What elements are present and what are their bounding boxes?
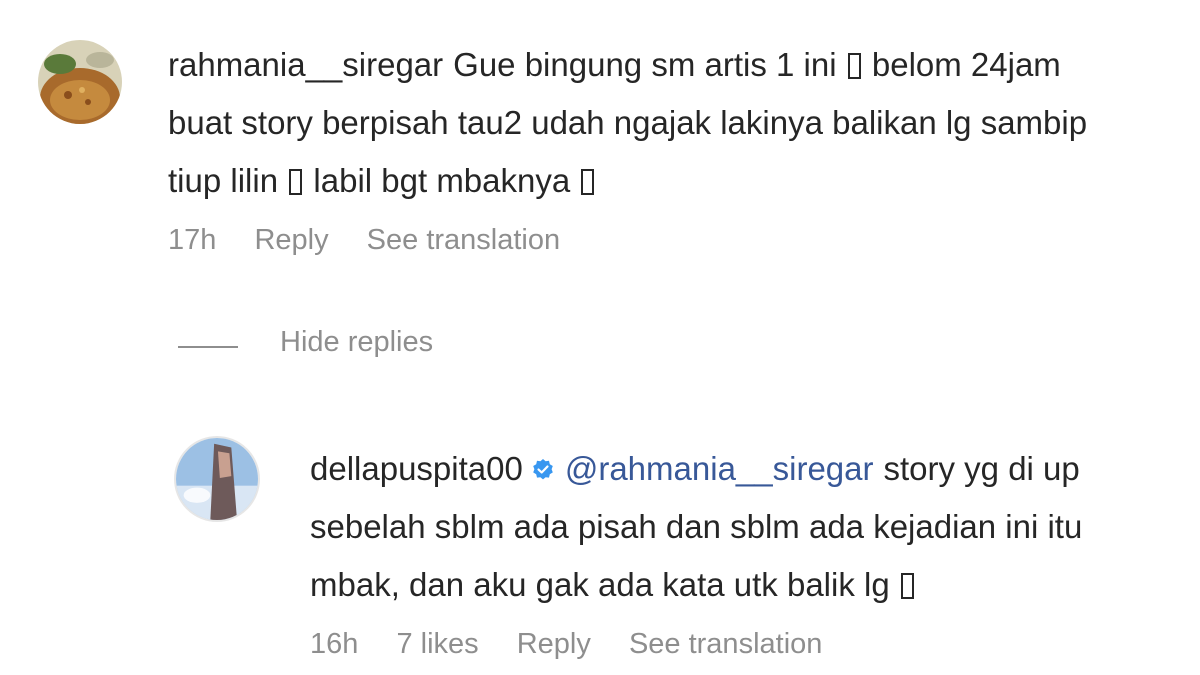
replier-avatar[interactable] (174, 436, 260, 522)
reply-likes-count[interactable]: 7 likes (396, 628, 478, 660)
comment-username[interactable]: rahmania__siregar (168, 46, 443, 83)
comment-text-segment: Gue bingung sm artis 1 ini (453, 46, 846, 83)
reply-timestamp: 16h (310, 628, 359, 660)
avatar-person-image (176, 438, 258, 520)
reply-reply-button[interactable]: Reply (517, 628, 591, 660)
comment-meta: 17h Reply See translation (168, 224, 590, 257)
comment-text-segment: tiup lilin (168, 162, 288, 199)
reply-mention-link[interactable]: @rahmania__siregar (565, 450, 874, 487)
emoji-placeholder-icon (900, 573, 914, 599)
comment-line-3: tiup lilin labil bgt mbaknya (168, 152, 1087, 210)
hide-replies-button[interactable]: Hide replies (280, 326, 433, 359)
emoji-placeholder-icon (847, 53, 861, 79)
reply-body: dellapuspita00 @rahmania__siregar story yg… (310, 440, 1082, 614)
reply-text-segment: mbak, dan aku gak ada kata utk balik lg (310, 566, 899, 603)
verified-badge-icon (533, 459, 553, 480)
commenter-avatar[interactable] (38, 40, 122, 124)
reply-line-3: mbak, dan aku gak ada kata utk balik lg (310, 556, 1082, 614)
reply-line-2: sebelah sblm ada pisah dan sblm ada keja… (310, 498, 1082, 556)
reply-line-1: dellapuspita00 @rahmania__siregar story yg… (310, 440, 1082, 498)
emoji-placeholder-icon (289, 169, 303, 195)
comment-text-segment: labil bgt mbaknya (304, 162, 580, 199)
comment-text-segment: buat story berpisah tau2 udah ngajak lak… (168, 104, 1088, 141)
reply-see-translation-link[interactable]: See translation (629, 628, 822, 660)
comment-timestamp: 17h (168, 224, 217, 256)
reply-text-segment: story yg di up (883, 450, 1080, 487)
avatar-food-image (38, 40, 122, 124)
emoji-placeholder-icon (581, 169, 595, 195)
comment-see-translation-link[interactable]: See translation (367, 224, 560, 256)
comment-body: rahmania__siregar Gue bingung sm artis 1 … (168, 36, 1087, 210)
comment-reply-button[interactable]: Reply (254, 224, 328, 256)
reply-meta: 16h 7 likes Reply See translation (310, 628, 852, 661)
comment-line-2: buat story berpisah tau2 udah ngajak lak… (168, 94, 1087, 152)
comment-line-1: rahmania__siregar Gue bingung sm artis 1 … (168, 36, 1087, 94)
comment-thread: rahmania__siregar Gue bingung sm artis 1 … (0, 0, 1200, 675)
reply-text-segment: sebelah sblm ada pisah dan sblm ada keja… (310, 508, 1083, 545)
comment-text-segment: belom 24jam (862, 46, 1061, 83)
reply-username[interactable]: dellapuspita00 (310, 450, 523, 487)
hide-replies-divider (178, 346, 238, 348)
